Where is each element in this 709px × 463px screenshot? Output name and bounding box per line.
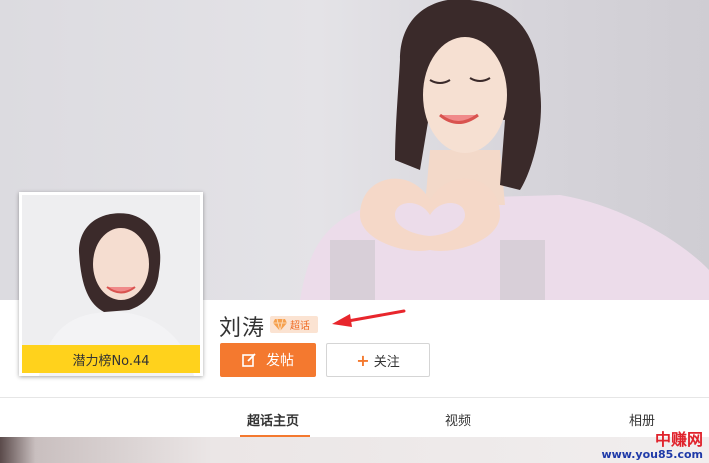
follow-button[interactable]: + 关注 — [326, 343, 430, 377]
plus-icon: + — [356, 350, 370, 370]
follow-button-label: 关注 — [373, 354, 400, 370]
rank-badge: 潜力榜No.44 — [22, 345, 200, 373]
tab-photos[interactable]: 相册 — [629, 410, 655, 429]
tab-videos[interactable]: 视频 — [445, 410, 471, 429]
chaohua-badge-label: 超话 — [290, 321, 310, 332]
watermark-site-name: 中赚网 — [654, 430, 703, 449]
watermark: 中赚网 www.you85.com — [601, 431, 703, 461]
chaohua-badge: 超话 — [270, 316, 318, 333]
avatar[interactable]: 潜力榜No.44 — [19, 192, 203, 376]
edit-icon — [242, 353, 256, 367]
page-title: 刘涛 — [219, 316, 266, 341]
tab-home[interactable]: 超话主页 — [247, 410, 299, 429]
diamond-icon — [273, 318, 287, 331]
watermark-url: www.you85.com — [601, 448, 703, 461]
post-button[interactable]: 发帖 — [220, 343, 316, 377]
post-button-label: 发帖 — [266, 353, 294, 369]
annotation-arrow-icon — [332, 309, 406, 327]
